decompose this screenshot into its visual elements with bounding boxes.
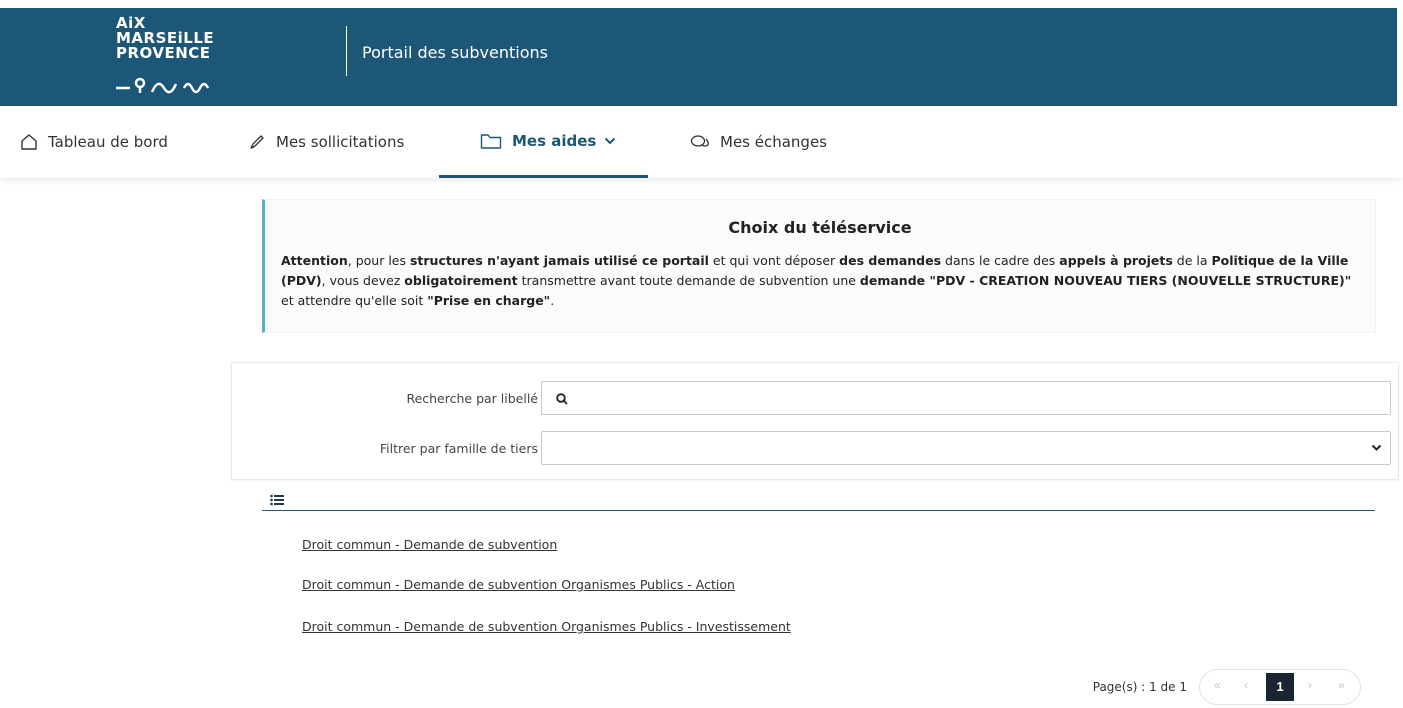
chat-icon xyxy=(690,135,709,147)
portal-title: Portail des subventions xyxy=(362,43,548,62)
notice-segment: demande "PDV - CREATION NOUVEAU TIERS (N… xyxy=(859,273,1352,288)
aix-marseille-provence-logo[interactable]: AiX MARSEiLLE PROVENCE xyxy=(116,16,236,96)
list-divider xyxy=(262,510,1375,511)
notice-segment: transmettre avant toute demande de subve… xyxy=(517,273,860,288)
notice-segment: des demandes xyxy=(839,253,942,268)
logo-line-3: PROVENCE xyxy=(116,44,211,62)
pen-icon xyxy=(250,135,264,149)
notice-segment: dans le cadre des xyxy=(941,253,1060,268)
search-field[interactable] xyxy=(541,381,1391,415)
chevron-down-icon xyxy=(1371,444,1382,451)
notice-segment: structures n'ayant jamais utilisé ce por… xyxy=(409,253,709,268)
pagination: « ‹ 1 › » xyxy=(1199,669,1361,705)
teleservice-title: Choix du téléservice xyxy=(728,218,912,237)
list-view-icon[interactable] xyxy=(270,494,284,506)
search-label: Recherche par libellé xyxy=(406,391,538,406)
notice-segment: . xyxy=(550,293,555,308)
notice-segment: appels à projets xyxy=(1059,253,1173,268)
notice-segment: Attention xyxy=(281,253,348,268)
nav-tableau-de-bord[interactable]: Tableau de bord xyxy=(20,106,168,178)
folder-icon xyxy=(480,133,502,149)
app-header: AiX MARSEiLLE PROVENCE Portail des subve… xyxy=(0,8,1397,106)
nav-mes-sollicitations[interactable]: Mes sollicitations xyxy=(248,106,404,178)
chevron-down-icon xyxy=(605,137,616,144)
nav-mes-aides[interactable]: Mes aides xyxy=(439,106,648,178)
header-divider xyxy=(346,26,347,76)
notice-segment: , vous devez xyxy=(321,273,405,288)
notice-segment: obligatoirement xyxy=(404,273,518,288)
search-input[interactable] xyxy=(578,382,1378,414)
previous-page-button[interactable]: ‹ xyxy=(1244,678,1248,692)
notice-segment: et attendre qu'elle soit xyxy=(281,293,428,308)
teleservice-link-1[interactable]: Droit commun - Demande de subvention xyxy=(302,537,557,552)
last-page-button[interactable]: » xyxy=(1338,678,1345,692)
nav-tableau-de-bord-label: Tableau de bord xyxy=(48,133,168,151)
family-filter-label: Filtrer par famille de tiers xyxy=(379,441,538,456)
current-page-button[interactable]: 1 xyxy=(1266,673,1294,701)
search-icon xyxy=(556,393,568,405)
nav-mes-sollicitations-label: Mes sollicitations xyxy=(276,133,405,151)
notice-segment: de la xyxy=(1172,253,1212,268)
nav-mes-echanges[interactable]: Mes échanges xyxy=(690,106,827,178)
teleservice-link-2[interactable]: Droit commun - Demande de subvention Org… xyxy=(302,577,735,592)
teleservice-info-panel: Choix du téléservice Attention, pour les… xyxy=(262,199,1376,333)
page-count-info: Page(s) : 1 de 1 xyxy=(1092,680,1187,694)
family-filter-select[interactable] xyxy=(541,431,1391,465)
nav-mes-aides-label: Mes aides xyxy=(512,131,597,150)
teleservice-notice-text: Attention, pour les structures n'ayant j… xyxy=(281,251,1359,311)
filter-panel: Recherche par libellé Filtrer par famill… xyxy=(231,362,1399,480)
logo-waves-icon xyxy=(116,77,210,94)
notice-segment: et qui vont déposer xyxy=(708,253,840,268)
nav-mes-echanges-label: Mes échanges xyxy=(720,133,827,151)
main-navigation: Tableau de bord Mes sollicitations Mes a… xyxy=(0,106,1403,178)
notice-segment: "Prise en charge" xyxy=(427,293,551,308)
first-page-button[interactable]: « xyxy=(1214,678,1221,692)
notice-segment: , pour les xyxy=(347,253,410,268)
home-icon xyxy=(21,134,37,150)
teleservice-link-3[interactable]: Droit commun - Demande de subvention Org… xyxy=(302,619,791,634)
next-page-button[interactable]: › xyxy=(1308,678,1312,692)
